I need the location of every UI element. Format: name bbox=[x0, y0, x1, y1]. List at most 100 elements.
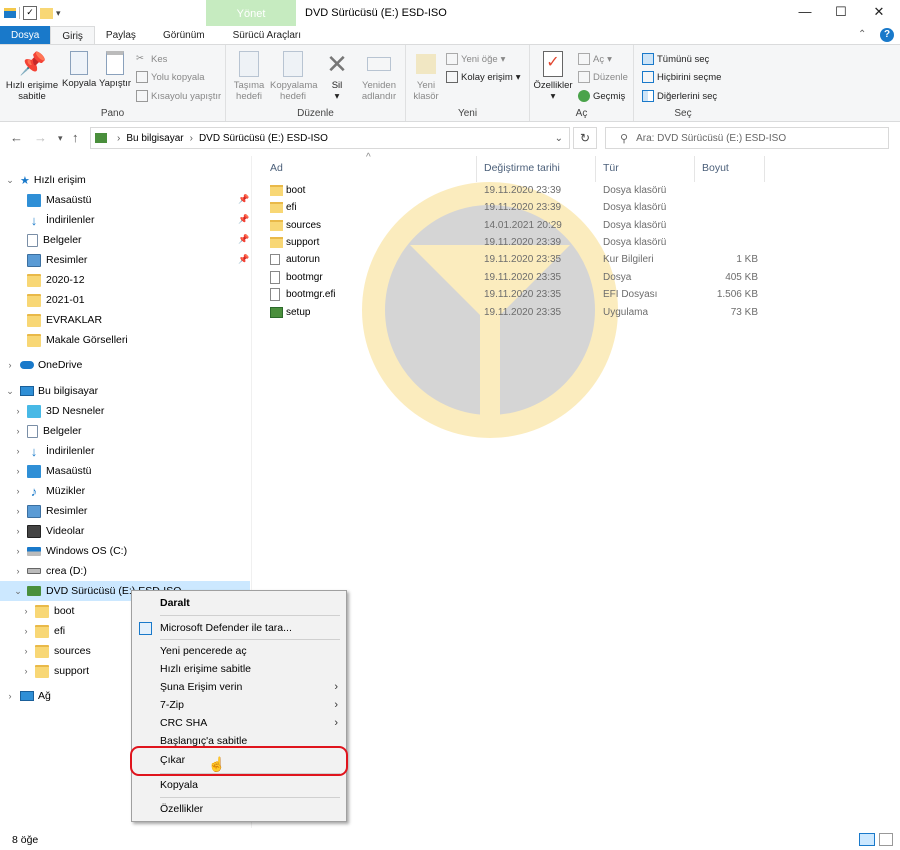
copy-button[interactable]: Kopyala bbox=[62, 51, 96, 89]
maximize-button[interactable]: ☐ bbox=[824, 0, 858, 26]
tree-quick-folder[interactable]: EVRAKLAR bbox=[24, 310, 102, 330]
tree-pc-3d-objects[interactable]: › 3D Nesneler bbox=[12, 401, 104, 421]
select-none-button[interactable]: Hiçbirini seçme bbox=[642, 71, 721, 83]
column-header-name[interactable]: Ad bbox=[270, 162, 283, 174]
up-arrow-icon[interactable]: ↑ bbox=[72, 130, 79, 145]
breadcrumb-dvd-drive[interactable]: DVD Sürücüsü (E:) ESD-ISO bbox=[199, 133, 328, 144]
group-open: ✓ Özellikler ▾ Aç ▾ Düzenle Geçmiş Aç bbox=[530, 45, 634, 121]
menu-item-7zip[interactable]: 7-Zip › bbox=[132, 696, 346, 714]
tree-quick-access[interactable]: ⌄ ★ Hızlı erişim bbox=[4, 170, 86, 190]
tree-this-pc[interactable]: ⌄ Bu bilgisayar bbox=[4, 381, 98, 401]
tree-pc-drive-d[interactable]: › crea (D:) bbox=[12, 561, 87, 581]
easy-access-button[interactable]: Kolay erişim ▾ bbox=[446, 71, 521, 83]
close-button[interactable]: ✕ bbox=[862, 0, 896, 26]
tab-view[interactable]: Görünüm bbox=[147, 26, 221, 45]
tree-quick-folder[interactable]: 2021-01 bbox=[24, 290, 85, 310]
properties-icon[interactable]: ✓ bbox=[23, 6, 37, 20]
ribbon-collapse-icon[interactable]: ⌃ bbox=[858, 29, 866, 40]
delete-x-icon: ✕ bbox=[326, 49, 348, 79]
menu-item-open-new-window[interactable]: Yeni pencerede aç bbox=[132, 642, 346, 660]
details-view-icon[interactable] bbox=[859, 833, 875, 846]
expanded-chevron-icon[interactable]: ⌄ bbox=[4, 386, 16, 397]
new-folder-button[interactable]: Yeni klasör bbox=[408, 51, 444, 102]
tree-pc-documents[interactable]: › Belgeler bbox=[12, 421, 82, 441]
tree-pc-videos[interactable]: › Videolar bbox=[12, 521, 84, 541]
tree-dvd-sources[interactable]: › sources bbox=[20, 641, 91, 661]
tree-quick-folder[interactable]: 2020-12 bbox=[24, 270, 85, 290]
edit-button[interactable]: Düzenle bbox=[578, 71, 628, 83]
tree-quick-downloads[interactable]: ↓ İndirilenler bbox=[24, 210, 95, 230]
paste-button[interactable]: Yapıştır bbox=[98, 51, 132, 89]
select-all-button[interactable]: Tümünü seç bbox=[642, 53, 709, 65]
back-arrow-icon[interactable]: ← bbox=[10, 130, 23, 145]
tree-dvd-efi[interactable]: › efi bbox=[20, 621, 65, 641]
tab-home[interactable]: Giriş bbox=[50, 26, 95, 45]
column-header-type[interactable]: Tür bbox=[603, 162, 619, 174]
menu-item-pin-quick-access[interactable]: Hızlı erişime sabitle bbox=[132, 660, 346, 678]
tree-dvd-boot[interactable]: › boot bbox=[20, 601, 74, 621]
qat-dropdown-icon[interactable]: ▾ bbox=[56, 8, 61, 19]
properties-button[interactable]: ✓ Özellikler ▾ bbox=[532, 51, 574, 102]
tab-file[interactable]: Dosya bbox=[0, 26, 51, 45]
forward-arrow-icon[interactable]: → bbox=[34, 130, 47, 145]
file-row[interactable]: support 19.11.2020 23:39 Dosya klasörü bbox=[258, 234, 778, 251]
file-row[interactable]: bootmgr 19.11.2020 23:35 Dosya 405 KB bbox=[258, 269, 778, 286]
file-row[interactable]: setup 19.11.2020 23:35 Uygulama 73 KB bbox=[258, 304, 778, 321]
tree-pc-music[interactable]: › ♪ Müzikler bbox=[12, 481, 86, 501]
delete-button[interactable]: ✕ Sil ▾ bbox=[322, 51, 352, 102]
menu-item-copy[interactable]: Kopyala bbox=[132, 776, 346, 794]
help-icon[interactable]: ? bbox=[880, 28, 894, 42]
collapsed-chevron-icon[interactable]: › bbox=[4, 691, 16, 701]
column-header-date[interactable]: Değiştirme tarihi bbox=[484, 162, 560, 174]
history-button[interactable]: Geçmiş bbox=[578, 90, 625, 102]
menu-item-defender-scan[interactable]: Microsoft Defender ile tara... bbox=[132, 619, 346, 637]
history-icon bbox=[578, 90, 590, 102]
move-to-button[interactable]: Taşıma hedefi bbox=[230, 51, 268, 102]
expanded-chevron-icon[interactable]: ⌄ bbox=[12, 586, 24, 597]
paste-shortcut-button[interactable]: Kısayolu yapıştır bbox=[136, 90, 221, 102]
tree-quick-desktop[interactable]: Masaüstü bbox=[24, 190, 92, 210]
new-item-button[interactable]: Yeni öğe ▾ bbox=[446, 53, 505, 65]
copy-path-button[interactable]: Yolu kopyala bbox=[136, 71, 205, 83]
large-icons-view-icon[interactable] bbox=[879, 833, 893, 846]
file-row[interactable]: efi 19.11.2020 23:39 Dosya klasörü bbox=[258, 199, 778, 216]
file-row[interactable]: sources 14.01.2021 20:29 Dosya klasörü bbox=[258, 217, 778, 234]
pin-quick-access-button[interactable]: 📌 Hızlı erişime sabitle bbox=[4, 51, 60, 102]
collapsed-chevron-icon[interactable]: › bbox=[4, 360, 16, 370]
menu-item-crc-sha[interactable]: CRC SHA › bbox=[132, 714, 346, 732]
column-header-size[interactable]: Boyut bbox=[702, 162, 729, 174]
minimize-button[interactable]: — bbox=[788, 0, 822, 26]
tree-pc-drive-c[interactable]: › Windows OS (C:) bbox=[12, 541, 128, 561]
tree-network[interactable]: › Ağ bbox=[4, 686, 51, 706]
tree-onedrive[interactable]: › OneDrive bbox=[4, 355, 83, 375]
tree-quick-pictures[interactable]: Resimler bbox=[24, 250, 87, 270]
breadcrumb-this-pc[interactable]: Bu bilgisayar bbox=[126, 133, 183, 144]
tree-quick-folder[interactable]: Makale Görselleri bbox=[24, 330, 128, 350]
invert-selection-button[interactable]: Diğerlerini seç bbox=[642, 90, 717, 102]
status-bar: 8 öğe bbox=[0, 828, 900, 850]
tree-quick-documents[interactable]: Belgeler bbox=[24, 230, 82, 250]
recent-locations-icon[interactable]: ▾ bbox=[58, 133, 63, 144]
refresh-button[interactable]: ↻ bbox=[573, 127, 597, 149]
search-input[interactable]: ⚲ Ara: DVD Sürücüsü (E:) ESD-ISO bbox=[605, 127, 889, 149]
tree-pc-pictures[interactable]: › Resimler bbox=[12, 501, 87, 521]
open-button[interactable]: Aç ▾ bbox=[578, 53, 612, 65]
file-row[interactable]: boot 19.11.2020 23:39 Dosya klasörü bbox=[258, 182, 778, 199]
file-row[interactable]: bootmgr.efi 19.11.2020 23:35 EFI Dosyası 1.… bbox=[258, 286, 778, 303]
address-dropdown-icon[interactable]: ⌄ bbox=[555, 133, 563, 144]
copy-to-button[interactable]: Kopyalama hedefi bbox=[270, 51, 318, 102]
expanded-chevron-icon[interactable]: ⌄ bbox=[4, 175, 16, 186]
new-folder-icon[interactable] bbox=[40, 7, 53, 19]
tree-pc-desktop[interactable]: › Masaüstü bbox=[12, 461, 92, 481]
tree-dvd-support[interactable]: › support bbox=[20, 661, 89, 681]
tree-pc-downloads[interactable]: › ↓ İndirilenler bbox=[12, 441, 95, 461]
menu-item-properties[interactable]: Özellikler bbox=[132, 800, 346, 818]
menu-item-collapse[interactable]: Daralt bbox=[132, 594, 346, 612]
tab-share[interactable]: Paylaş bbox=[95, 26, 147, 45]
address-bar[interactable]: › Bu bilgisayar › DVD Sürücüsü (E:) ESD-… bbox=[90, 127, 570, 149]
cut-button[interactable]: ✂ Kes bbox=[136, 53, 167, 65]
menu-item-give-access[interactable]: Şuna Erişim verin › bbox=[132, 678, 346, 696]
file-row[interactable]: autorun 19.11.2020 23:35 Kur Bilgileri 1 KB bbox=[258, 251, 778, 268]
tab-drive-tools[interactable]: Sürücü Araçları bbox=[221, 26, 313, 45]
rename-button[interactable]: Yeniden adlandır bbox=[356, 51, 402, 102]
